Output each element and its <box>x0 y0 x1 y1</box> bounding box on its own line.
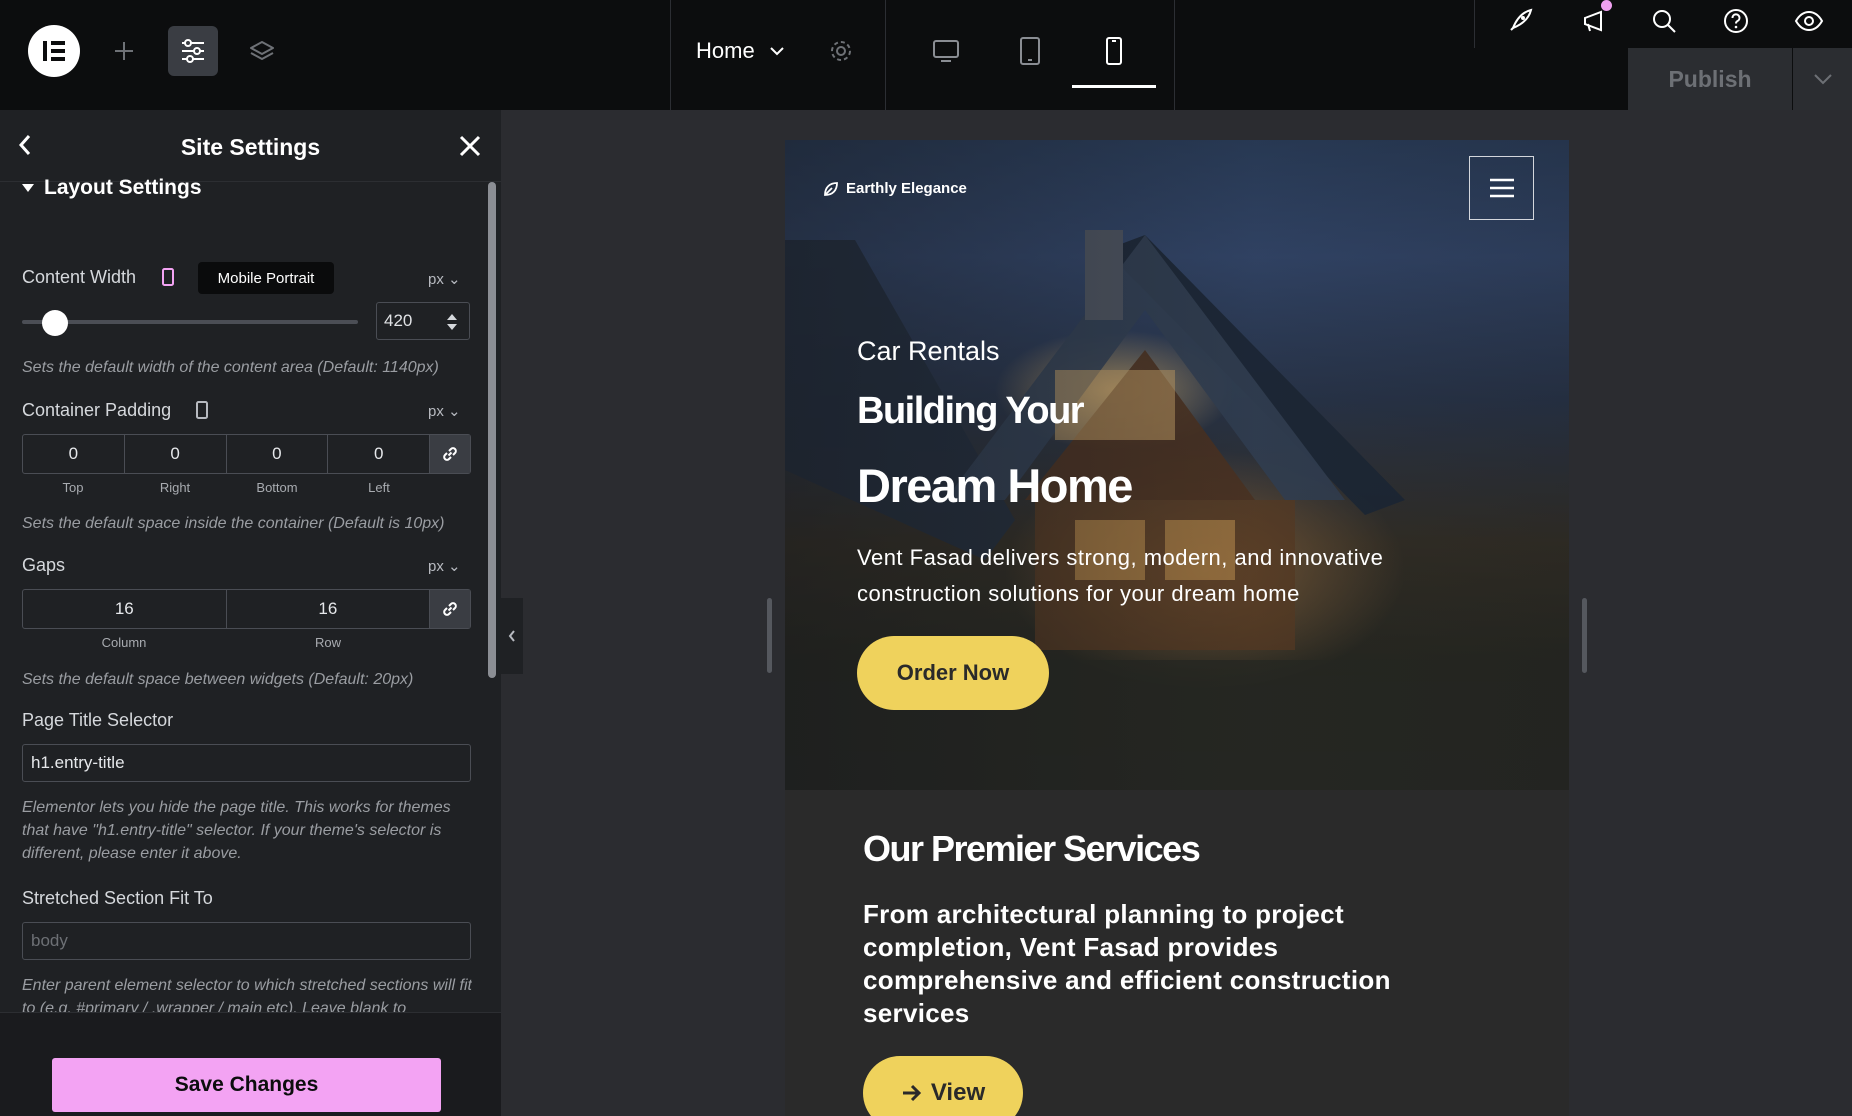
hero-heading-line1: Building Your <box>857 390 1085 432</box>
page-settings-icon[interactable] <box>826 36 856 66</box>
divider <box>670 0 671 110</box>
page-preview: Earthly Elegance Car Rentals Building Yo… <box>785 140 1569 1116</box>
site-settings-icon[interactable] <box>168 26 218 76</box>
gaps-inputs: 16 16 <box>22 589 471 629</box>
page-selector[interactable]: Home <box>696 38 785 64</box>
content-width-value: 420 <box>384 311 413 330</box>
brand-name: Earthly Elegance <box>846 180 967 197</box>
padding-bottom-input[interactable]: 0 <box>227 435 329 473</box>
gaps-unit[interactable]: px ⌄ <box>428 557 461 575</box>
structure-icon[interactable] <box>246 34 278 68</box>
gaps-label: Gaps <box>22 555 66 575</box>
gap-row-input[interactable]: 16 <box>227 590 431 628</box>
padding-left-input[interactable]: 0 <box>328 435 431 473</box>
collapse-panel-button[interactable] <box>501 598 523 674</box>
padding-bottom-label: Bottom <box>256 480 298 495</box>
padding-right-label: Right <box>159 480 191 495</box>
content-width-unit[interactable]: px ⌄ <box>428 270 461 288</box>
divider <box>885 0 886 110</box>
help-icon[interactable] <box>1720 4 1752 38</box>
mobile-icon[interactable] <box>194 399 210 421</box>
mobile-icon[interactable] <box>1098 34 1130 68</box>
container-padding-unit[interactable]: px ⌄ <box>428 402 461 420</box>
menu-toggle[interactable] <box>1469 156 1534 220</box>
panel-scrollbar[interactable] <box>488 182 496 678</box>
save-changes-button[interactable]: Save Changes <box>52 1058 441 1112</box>
padding-left-label: Left <box>368 480 390 495</box>
content-width-hint: Sets the default width of the content ar… <box>22 359 439 376</box>
padding-top-input[interactable]: 0 <box>23 435 125 473</box>
panel-content: Layout Settings Content Width Mobile Por… <box>0 110 501 1116</box>
page-title-selector-label: Page Title Selector <box>22 710 174 730</box>
divider <box>1174 0 1175 110</box>
services-title: Our Premier Services <box>863 828 1201 869</box>
container-padding-label: Container Padding <box>22 400 172 420</box>
chevron-left-icon <box>508 630 515 642</box>
leaf-icon <box>824 181 838 196</box>
active-device-indicator <box>1072 85 1156 88</box>
notification-dot <box>1601 0 1612 11</box>
unit-label: px <box>428 403 444 420</box>
caret-down-icon <box>22 184 34 192</box>
preview-icon[interactable] <box>1792 4 1826 38</box>
link-icon[interactable] <box>430 435 470 473</box>
gap-column-label: Column <box>101 635 147 650</box>
mobile-icon[interactable] <box>160 266 176 288</box>
resize-handle-left[interactable] <box>767 598 772 673</box>
divider <box>1474 0 1475 48</box>
add-icon[interactable] <box>108 34 140 68</box>
device-tooltip: Mobile Portrait <box>198 262 334 294</box>
content-width-input[interactable]: 420 <box>376 302 470 340</box>
hamburger-icon <box>1489 178 1514 198</box>
stretched-section-hint: Enter parent element selector to which s… <box>22 977 472 1014</box>
stepper-icon[interactable] <box>445 312 459 332</box>
site-brand[interactable]: Earthly Elegance <box>823 180 967 197</box>
page-selector-label: Home <box>696 38 755 63</box>
tablet-icon[interactable] <box>1014 34 1046 68</box>
view-button-label: View <box>930 1079 986 1106</box>
slider-thumb[interactable] <box>42 310 68 336</box>
hero-heading-line2: Dream Home <box>857 459 1133 512</box>
section-title: Layout Settings <box>44 176 202 199</box>
launchpad-icon[interactable] <box>1504 4 1536 38</box>
hero-description: Vent Fasad delivers strong, modern, and … <box>857 545 1384 606</box>
page-title-selector-hint: Elementor lets you hide the page title. … <box>22 799 451 862</box>
content-width-slider[interactable] <box>22 320 358 324</box>
elementor-logo-icon[interactable] <box>28 25 80 77</box>
chevron-down-icon <box>769 47 784 56</box>
unit-label: px <box>428 271 444 288</box>
publish-button[interactable]: Publish <box>1628 48 1792 110</box>
link-icon[interactable] <box>430 590 470 628</box>
padding-right-input[interactable]: 0 <box>125 435 227 473</box>
container-padding-hint: Sets the default space inside the contai… <box>22 515 445 532</box>
view-button[interactable]: View <box>863 1056 1023 1116</box>
chevron-down-icon <box>1813 74 1832 85</box>
publish-options-button[interactable] <box>1793 48 1852 110</box>
arrow-right-icon <box>902 1084 921 1102</box>
section-layout-settings[interactable]: Layout Settings <box>22 176 202 200</box>
resize-handle-right[interactable] <box>1582 598 1587 673</box>
top-bar: Home Publish <box>0 0 1852 110</box>
unit-label: px <box>428 558 444 575</box>
order-now-button[interactable]: Order Now <box>857 636 1049 710</box>
hero-kicker: Car Rentals <box>857 336 1000 366</box>
padding-top-label: Top <box>62 480 84 495</box>
services-description: From architectural planning to project c… <box>863 899 1391 1028</box>
stretched-section-input[interactable]: body <box>22 922 471 960</box>
gap-row-label: Row <box>314 635 341 650</box>
container-padding-inputs: 0 0 0 0 <box>22 434 471 474</box>
gaps-hint: Sets the default space between widgets (… <box>22 671 414 688</box>
content-width-label: Content Width <box>22 267 137 287</box>
desktop-icon[interactable] <box>930 34 962 68</box>
stretched-section-label: Stretched Section Fit To <box>22 888 213 908</box>
search-icon[interactable] <box>1648 4 1680 38</box>
page-title-selector-input[interactable]: h1.entry-title <box>22 744 471 782</box>
gap-column-input[interactable]: 16 <box>23 590 227 628</box>
